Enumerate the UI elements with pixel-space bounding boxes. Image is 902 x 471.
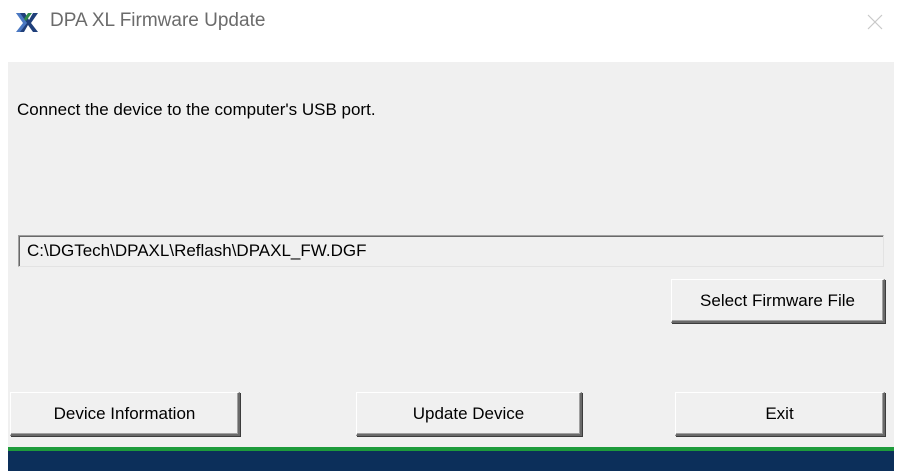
dialog-client-area: Connect the device to the computer's USB… xyxy=(8,62,894,451)
select-firmware-file-button[interactable]: Select Firmware File xyxy=(671,279,885,323)
firmware-path-field[interactable]: C:\DGTech\DPAXL\Reflash\DPAXL_FW.DGF xyxy=(18,235,884,267)
device-information-button[interactable]: Device Information xyxy=(10,392,240,436)
update-device-button[interactable]: Update Device xyxy=(356,392,582,436)
progress-fill xyxy=(8,447,894,451)
progress-bar xyxy=(8,447,894,471)
instruction-text: Connect the device to the computer's USB… xyxy=(17,100,376,119)
firmware-update-window: DPA XL Firmware Update Connect the devic… xyxy=(0,0,902,471)
exit-button[interactable]: Exit xyxy=(675,392,885,436)
title-bar[interactable]: DPA XL Firmware Update xyxy=(0,0,902,62)
dpa-xl-app-icon xyxy=(16,13,38,32)
close-button[interactable] xyxy=(852,0,898,44)
window-title: DPA XL Firmware Update xyxy=(50,10,266,31)
close-icon xyxy=(867,14,883,30)
